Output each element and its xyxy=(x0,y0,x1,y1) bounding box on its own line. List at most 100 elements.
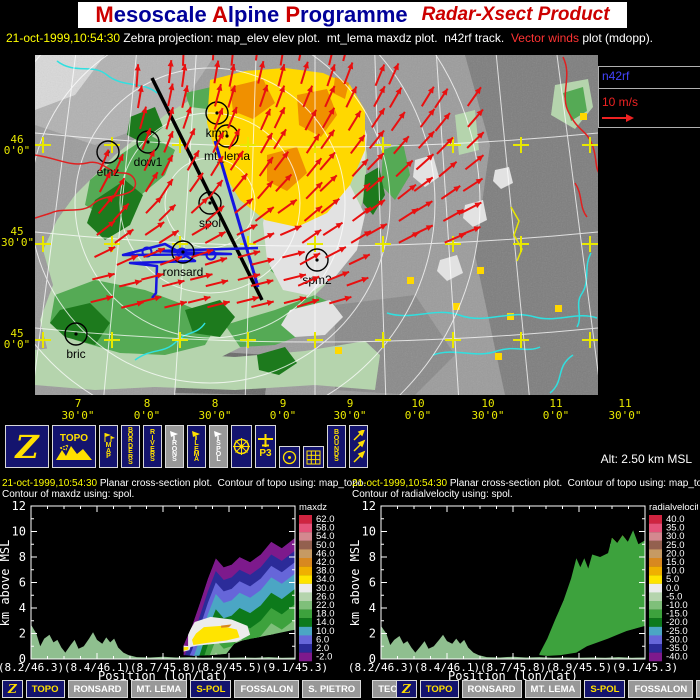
toolbar-button-rivers-overlay[interactable]: RIVERS xyxy=(143,425,162,468)
colorbar-radialvelocity▯: radialvelocity▯40.035.030.025.020.015.01… xyxy=(649,502,698,663)
text-segment: A xyxy=(212,2,228,27)
station-toolbar-left: ZTOPORONSARDMT. LEMAS-POLFOSSALONS. PIET… xyxy=(2,679,417,699)
map-x-tick-label: 730'0" xyxy=(48,398,108,422)
toolbar-button-label: RIVERS xyxy=(150,430,155,462)
text-segment: Zebra projection: map_elev elev plot. mt… xyxy=(120,31,511,45)
text-segment: rogramme xyxy=(300,2,408,27)
wheel-icon xyxy=(233,438,250,455)
text-segment: P xyxy=(285,2,300,27)
text-segment: 21-oct-1999,10:54:30 xyxy=(2,478,97,489)
svg-text:maxdz: maxdz xyxy=(299,502,327,513)
text-segment: lpine xyxy=(228,2,285,27)
legend-border xyxy=(598,66,599,127)
station-button-ronsard[interactable]: RONSARD xyxy=(68,680,128,698)
svg-text:4: 4 xyxy=(19,601,26,615)
wind-scale-arrow xyxy=(602,113,642,123)
map-x-tick-label: 1130'0" xyxy=(595,398,655,422)
svg-text:-40.0: -40.0 xyxy=(666,652,688,663)
zebra-app-window: Mesoscale Alpine Programme Radar-Xsect P… xyxy=(0,0,700,700)
track-legend-label: n42rf xyxy=(602,69,629,83)
toolbar-button-label: BORDERS xyxy=(128,428,133,466)
station-button-s-pietro[interactable]: S. PIETRO xyxy=(302,680,361,698)
arrows-icon xyxy=(352,430,366,464)
svg-text:(9.1/45.3): (9.1/45.3) xyxy=(262,661,328,674)
mnt-icon xyxy=(56,444,92,460)
text-segment: Planar cross-section plot. Contour of to… xyxy=(97,478,366,489)
toolbar-button-label: LEMA xyxy=(194,441,200,463)
toolbar-button-target-tool[interactable] xyxy=(279,446,300,468)
map-y-tick-label: 4530'0" xyxy=(1,226,33,248)
svg-text:(8.2/46.3): (8.2/46.3) xyxy=(350,661,414,674)
svg-text:km above MSL: km above MSL xyxy=(0,540,12,627)
toolbar-button-wind-vectors[interactable] xyxy=(349,425,368,468)
text-segment: M xyxy=(95,2,113,27)
station-button-fossalon[interactable]: FOSSALON xyxy=(628,680,693,698)
map-y-tick-label: 450'0" xyxy=(1,328,33,350)
xsect-plot-maxdz[interactable]: 024681012(8.2/46.3)(8.4/46.1)(8.7/45.8)(… xyxy=(0,495,348,681)
svg-text:6: 6 xyxy=(19,576,26,590)
altitude-readout: Alt: 2.50 km MSL xyxy=(560,452,692,466)
svg-text:(8.2/46.3): (8.2/46.3) xyxy=(0,661,64,674)
toolbar-button-label: BOUNDS xyxy=(334,430,339,462)
text-segment: esoscale xyxy=(114,2,212,27)
toolbar-button-label: SPOL xyxy=(216,441,221,463)
map-panel[interactable]: etnzdow1kmnmt_lemaspolronsardspm2bric xyxy=(35,55,598,395)
svg-text:8: 8 xyxy=(369,550,376,564)
svg-text:(9.1/45.3): (9.1/45.3) xyxy=(612,661,678,674)
station-button-topo[interactable]: TOPO xyxy=(420,680,459,698)
map-x-tick-label: 90'0" xyxy=(253,398,313,422)
toolbar-button-lema-radar[interactable]: LEMA xyxy=(187,425,206,468)
station-button-s-pol[interactable]: S-POL xyxy=(584,680,625,698)
map-canvas[interactable]: etnzdow1kmnmt_lemaspolronsardspm2bric xyxy=(35,55,598,395)
wind-scale-label: 10 m/s xyxy=(602,95,638,109)
station-button-ronsard[interactable]: RONSARD xyxy=(462,680,522,698)
svg-text:10: 10 xyxy=(12,525,26,539)
xsect-header-left: 21-oct-1999,10:54:30 Planar cross-sectio… xyxy=(2,478,366,489)
legend-divider xyxy=(598,88,700,89)
plane-icon xyxy=(258,434,273,448)
xsect-panel-right: 21-oct-1999,10:54:30 Planar cross-sectio… xyxy=(350,478,698,678)
map-x-tick-label: 1030'0" xyxy=(458,398,518,422)
app-title-bar: Mesoscale Alpine Programme Radar-Xsect P… xyxy=(78,2,627,28)
map-x-tick-label: 830'0" xyxy=(185,398,245,422)
svg-text:12: 12 xyxy=(362,499,376,513)
map-x-tick-label: 100'0" xyxy=(388,398,448,422)
p3-label: P3 xyxy=(259,448,271,459)
station-button-s-pietro[interactable]: S. PIETRO xyxy=(696,680,700,698)
main-toolbar: Z TOPOMAP BORDERS RIVERS RONS LEMA SPOL P3 BOUND… xyxy=(5,425,368,468)
toolbar-button-topo[interactable]: TOPO xyxy=(52,425,96,468)
map-legend: n42rf 10 m/s xyxy=(598,55,700,155)
station-button-topo[interactable]: TOPO xyxy=(26,680,65,698)
status-line: 21-oct-1999,10:54:30 Zebra projection: m… xyxy=(6,31,700,47)
text-segment: Planar cross-section plot. Contour of to… xyxy=(447,478,700,489)
station-button-z[interactable]: Z xyxy=(2,680,23,698)
text-segment: Vector winds xyxy=(511,31,579,45)
svg-text:2: 2 xyxy=(19,627,26,641)
toolbar-button-map-overlay[interactable]: MAP xyxy=(99,425,118,468)
svg-text:10: 10 xyxy=(362,525,376,539)
xsect-plot-radialvelocity[interactable]: 024681012(8.2/46.3)(8.4/46.1)(8.7/45.8)(… xyxy=(350,495,698,681)
toolbar-button-borders-overlay[interactable]: BORDERS xyxy=(121,425,140,468)
legend-divider xyxy=(598,127,700,128)
station-button-mt-lema[interactable]: MT. LEMA xyxy=(131,680,188,698)
svg-text:6: 6 xyxy=(369,576,376,590)
toolbar-button-label: RONS xyxy=(172,441,177,463)
station-button-fossalon[interactable]: FOSSALON xyxy=(234,680,299,698)
xsect-panel-left: 21-oct-1999,10:54:30 Planar cross-sectio… xyxy=(0,478,348,678)
svg-text:bric: bric xyxy=(66,347,85,361)
station-toolbar-right: ZTOPORONSARDMT. LEMAS-POLFOSSALONS. PIET… xyxy=(396,679,700,699)
svg-text:mt_lema: mt_lema xyxy=(204,149,250,163)
toolbar-button-ronsard-radar[interactable]: RONS xyxy=(165,425,184,468)
zebra-logo-glyph: Z xyxy=(15,428,38,466)
station-button-mt-lema[interactable]: MT. LEMA xyxy=(525,680,582,698)
toolbar-button-spol-radar[interactable]: SPOL xyxy=(209,425,228,468)
toolbar-button-wheel-tool[interactable] xyxy=(231,425,252,468)
svg-text:12: 12 xyxy=(12,499,26,513)
toolbar-button-bounds-overlay[interactable]: BOUNDS xyxy=(327,425,346,468)
colorbar-maxdz: maxdz62.058.054.050.046.042.038.034.030.… xyxy=(299,502,335,663)
toolbar-button-zebra-logo[interactable]: Z xyxy=(5,425,49,468)
station-button-s-pol[interactable]: S-POL xyxy=(190,680,231,698)
toolbar-button-p3-aircraft[interactable]: P3 xyxy=(255,425,276,468)
toolbar-button-grid-tool[interactable] xyxy=(303,446,324,468)
station-button-z[interactable]: Z xyxy=(396,680,417,698)
